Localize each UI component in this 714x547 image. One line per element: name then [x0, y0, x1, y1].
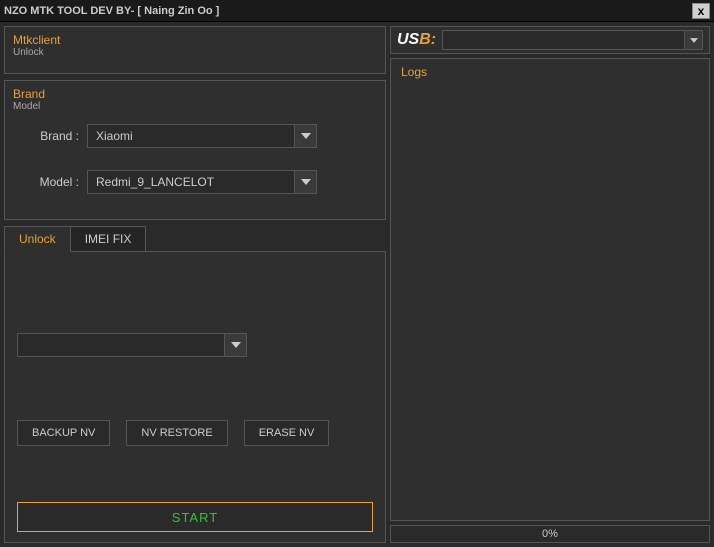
usb-select-wrap — [442, 30, 703, 50]
usb-select[interactable] — [442, 30, 703, 50]
brand-row: Brand : — [5, 118, 385, 154]
tabs-header: Unlock IMEI FIX — [4, 226, 386, 252]
model-row: Model : — [5, 164, 385, 200]
progress-bar: 0% — [390, 525, 710, 543]
brand-select[interactable] — [87, 124, 317, 148]
tab-imei-fix[interactable]: IMEI FIX — [70, 226, 147, 252]
brand-group-label: Brand — [5, 81, 385, 101]
mtkclient-panel: Mtkclient Unlock — [4, 26, 386, 74]
mtkclient-label: Mtkclient — [5, 27, 385, 47]
window-title: NZO MTK TOOL DEV BY- [ Naing Zin Oo ] — [4, 5, 219, 17]
erase-nv-button[interactable]: ERASE NV — [244, 420, 330, 446]
brand-select-wrap — [87, 124, 317, 148]
action-select-row — [17, 333, 373, 357]
spacer — [17, 474, 373, 502]
usb-label-us: US — [397, 31, 419, 48]
mtkclient-sub: Unlock — [5, 47, 385, 64]
progress-text: 0% — [542, 528, 558, 540]
spacer — [17, 262, 373, 333]
brand-group-sub: Model — [5, 101, 385, 118]
tabs-container: Unlock IMEI FIX BACKUP NV NV RESTO — [4, 226, 386, 543]
action-select-wrap — [17, 333, 247, 357]
titlebar: NZO MTK TOOL DEV BY- [ Naing Zin Oo ] x — [0, 0, 714, 22]
left-column: Mtkclient Unlock Brand Model Brand : Mod… — [4, 26, 386, 543]
usb-label: USB: — [397, 31, 436, 49]
usb-label-b: B: — [419, 31, 436, 48]
nv-restore-button[interactable]: NV RESTORE — [126, 420, 227, 446]
main-area: Mtkclient Unlock Brand Model Brand : Mod… — [0, 22, 714, 547]
model-select[interactable] — [87, 170, 317, 194]
tab-unlock[interactable]: Unlock — [4, 226, 71, 252]
action-select[interactable] — [17, 333, 247, 357]
usb-row: USB: — [390, 26, 710, 54]
nv-button-row: BACKUP NV NV RESTORE ERASE NV — [17, 420, 373, 446]
close-button[interactable]: x — [692, 3, 710, 19]
backup-nv-button[interactable]: BACKUP NV — [17, 420, 110, 446]
start-button[interactable]: START — [17, 502, 373, 532]
logs-title: Logs — [391, 59, 709, 85]
logs-panel: Logs — [390, 58, 710, 521]
spacer — [17, 377, 373, 420]
brand-field-label: Brand : — [17, 129, 79, 143]
model-select-wrap — [87, 170, 317, 194]
brand-panel: Brand Model Brand : Model : — [4, 80, 386, 220]
tabs-body: BACKUP NV NV RESTORE ERASE NV START — [4, 251, 386, 543]
right-column: USB: Logs 0% — [390, 26, 710, 543]
model-field-label: Model : — [17, 175, 79, 189]
